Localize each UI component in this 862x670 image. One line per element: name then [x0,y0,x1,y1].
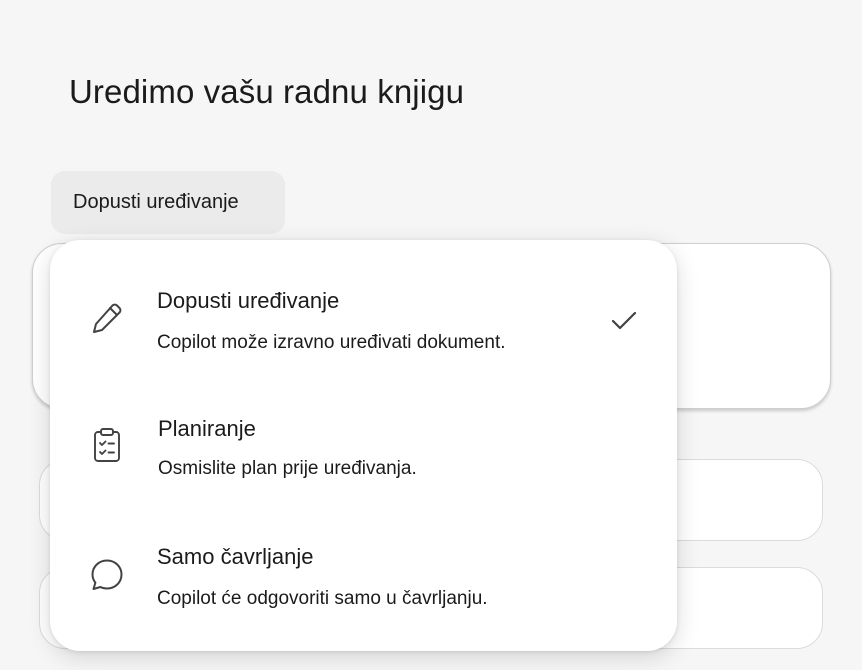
option-description: Osmislite plan prije uređivanja. [158,458,417,479]
checkmark-icon [610,306,638,334]
menu-option-chat-only[interactable]: Samo čavrljanje Copilot će odgovoriti sa… [50,518,677,638]
option-description: Copilot će odgovoriti samo u čavrljanju. [157,588,488,609]
chat-bubble-icon [88,556,126,594]
clipboard-checklist-icon [88,426,126,464]
mode-dropdown-menu: Dopusti uređivanje Copilot može izravno … [50,240,677,651]
page-title: Uredimo vašu radnu knjigu [69,73,465,110]
option-title: Dopusti uređivanje [157,288,340,313]
menu-option-planning[interactable]: Planiranje Osmislite plan prije uređivan… [50,388,677,508]
mode-dropdown-button[interactable]: Dopusti uređivanje [51,171,285,234]
option-description: Copilot može izravno uređivati dokument. [157,332,506,353]
option-title: Samo čavrljanje [157,544,314,569]
option-title: Planiranje [158,416,256,441]
menu-option-allow-editing[interactable]: Dopusti uređivanje Copilot može izravno … [50,260,677,380]
pencil-icon [88,299,126,337]
